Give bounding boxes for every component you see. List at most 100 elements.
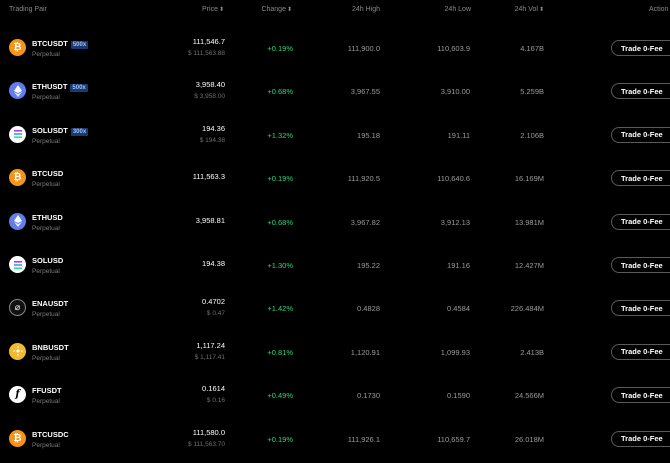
usd-price: $ 0.47 — [206, 310, 225, 318]
trade-button[interactable]: Trade 0-Fee — [611, 257, 670, 273]
high-24h: 3,967.55 — [350, 87, 380, 97]
pair-symbol[interactable]: SOLUSDT 300x — [32, 126, 89, 136]
header-24h-high: 24h High — [351, 6, 380, 13]
header-price[interactable]: Price⬍ — [202, 6, 224, 13]
price-change: +1.42% — [267, 304, 293, 314]
price-change: +0.68% — [267, 217, 293, 227]
high-24h: 111,920.5 — [347, 174, 380, 184]
contract-type: Perpetual — [32, 51, 60, 58]
contract-type: Perpetual — [32, 398, 60, 406]
last-price: 111,563.3 — [192, 172, 225, 182]
last-price: 0.4702 — [202, 297, 225, 307]
last-price: 111,546.7 — [192, 37, 225, 46]
high-24h: 1,120.91 — [350, 347, 380, 357]
last-price: 3,958.40 — [195, 80, 225, 90]
header-trading-pair: Trading Pair — [9, 6, 47, 13]
table-row[interactable]: ₿ BTCUSDC Perpetual 111,580.0 $ 111,563.70 +0… — [0, 417, 670, 460]
trade-button[interactable]: Trade 0-Fee — [611, 430, 670, 447]
table-row[interactable]: BNBUSDT Perpetual 1,117.24 $ 1,117.41 +0.81%… — [0, 330, 670, 373]
table-row[interactable]: f FFUSDT Perpetual 0.1614 $ 0.16 +0.49% 0.1730… — [0, 373, 670, 416]
volume-24h: 26.018M — [514, 434, 544, 444]
trade-button[interactable]: Trade 0-Fee — [611, 387, 670, 404]
header-action: Action — [649, 6, 669, 13]
price-change: +0.19% — [267, 434, 293, 444]
price-change: +0.49% — [267, 391, 293, 401]
high-24h: 111,900.0 — [347, 44, 380, 53]
trade-button[interactable]: Trade 0-Fee — [611, 170, 670, 187]
ethereum-icon — [9, 82, 26, 100]
last-price: 3,958.81 — [195, 215, 225, 225]
price-change: +1.30% — [267, 261, 293, 270]
trade-button[interactable]: Trade 0-Fee — [611, 343, 670, 360]
leverage-badge: 500x — [70, 84, 88, 93]
bitcoin-icon: ₿ — [9, 429, 26, 447]
pair-symbol[interactable]: FFUSDT — [32, 386, 62, 395]
low-24h: 110,659.7 — [437, 434, 470, 444]
contract-type: Perpetual — [32, 268, 60, 275]
usd-price: $ 111,563.88 — [188, 50, 225, 57]
usd-price: $ 3,958.00 — [194, 93, 225, 101]
pair-symbol[interactable]: BTCUSD — [32, 169, 63, 178]
solana-icon — [9, 256, 26, 273]
table-row[interactable]: ₿ BTCUSDT 500x Perpetual 111,546.7 $ 111,563.… — [0, 26, 670, 69]
contract-type: Perpetual — [32, 224, 60, 232]
table-row[interactable]: SOLUSDT 300x Perpetual 194.36 $ 194.38 +1.32%… — [0, 113, 670, 156]
price-change: +0.19% — [267, 44, 293, 53]
low-24h: 0.1590 — [447, 391, 470, 401]
trade-button[interactable]: Trade 0-Fee — [611, 40, 670, 56]
price-change: +0.81% — [267, 347, 293, 357]
header-change[interactable]: Change⬍ — [261, 6, 292, 13]
ff-icon: f — [9, 386, 26, 404]
usd-price: $ 111,563.70 — [188, 440, 225, 448]
usd-price: $ 1,117.41 — [194, 353, 225, 361]
header-24h-low: 24h Low — [444, 6, 471, 13]
solana-icon — [9, 125, 26, 143]
price-change: +0.68% — [267, 87, 293, 97]
last-price: 0.1614 — [202, 384, 225, 394]
sort-updown-icon: ⬍ — [286, 7, 292, 13]
pair-symbol[interactable]: BNBUSDT — [32, 343, 69, 352]
high-24h: 195.18 — [357, 130, 380, 140]
trade-button[interactable]: Trade 0-Fee — [611, 300, 670, 317]
leverage-badge: 500x — [70, 41, 89, 49]
bitcoin-icon: ₿ — [9, 39, 26, 56]
pair-symbol[interactable]: ENAUSDT — [32, 299, 68, 308]
table-row[interactable]: ETHUSD Perpetual 3,958.81 +0.68% 3,967.82 3,9… — [0, 200, 670, 243]
ethereum-icon — [9, 212, 26, 230]
low-24h: 110,603.9 — [437, 44, 470, 53]
low-24h: 191.11 — [447, 130, 470, 140]
contract-type: Perpetual — [32, 311, 60, 319]
usd-price: $ 0.16 — [206, 397, 225, 405]
contract-type: Perpetual — [32, 94, 60, 102]
trade-button[interactable]: Trade 0-Fee — [611, 126, 670, 143]
bnb-icon — [9, 342, 26, 360]
volume-24h: 24.566M — [514, 391, 544, 401]
trade-button[interactable]: Trade 0-Fee — [611, 213, 670, 230]
header-24h-vol[interactable]: 24h Vol⬍ — [515, 6, 544, 13]
last-price: 111,580.0 — [192, 427, 225, 437]
trade-button[interactable]: Trade 0-Fee — [611, 83, 670, 100]
high-24h: 0.1730 — [357, 391, 380, 401]
pair-symbol[interactable]: ETHUSD — [32, 213, 63, 222]
price-change: +0.19% — [267, 174, 293, 184]
pair-symbol[interactable]: BTCUSDT 500x — [32, 39, 89, 49]
pair-symbol[interactable]: BTCUSDC — [32, 430, 69, 439]
table-row[interactable]: ₿ BTCUSD Perpetual 111,563.3 +0.19% 111,920.5… — [0, 156, 670, 199]
price-change: +1.32% — [267, 130, 293, 140]
high-24h: 195.22 — [357, 261, 380, 270]
volume-24h: 13.981M — [514, 217, 544, 227]
usd-price: $ 194.38 — [199, 136, 225, 144]
volume-24h: 16.169M — [514, 174, 544, 184]
table-row[interactable]: ETHUSDT 500x Perpetual 3,958.40 $ 3,958.00 +0… — [0, 69, 670, 112]
table-row[interactable]: SOLUSD Perpetual 194.38 +1.30% 195.22 191.16 1… — [0, 243, 670, 286]
table-row[interactable]: ⌀ ENAUSDT Perpetual 0.4702 $ 0.47 +1.42% 0.482… — [0, 286, 670, 329]
volume-24h: 5.259B — [520, 87, 544, 97]
last-price: 194.38 — [202, 259, 225, 268]
low-24h: 191.16 — [447, 261, 470, 270]
high-24h: 111,926.1 — [347, 434, 380, 444]
volume-24h: 2.106B — [520, 130, 544, 140]
sort-updown-icon: ⬍ — [218, 7, 224, 13]
pair-symbol[interactable]: ETHUSDT 500x — [32, 82, 88, 93]
pair-symbol[interactable]: SOLUSD — [32, 256, 63, 265]
ethena-icon: ⌀ — [9, 299, 26, 317]
